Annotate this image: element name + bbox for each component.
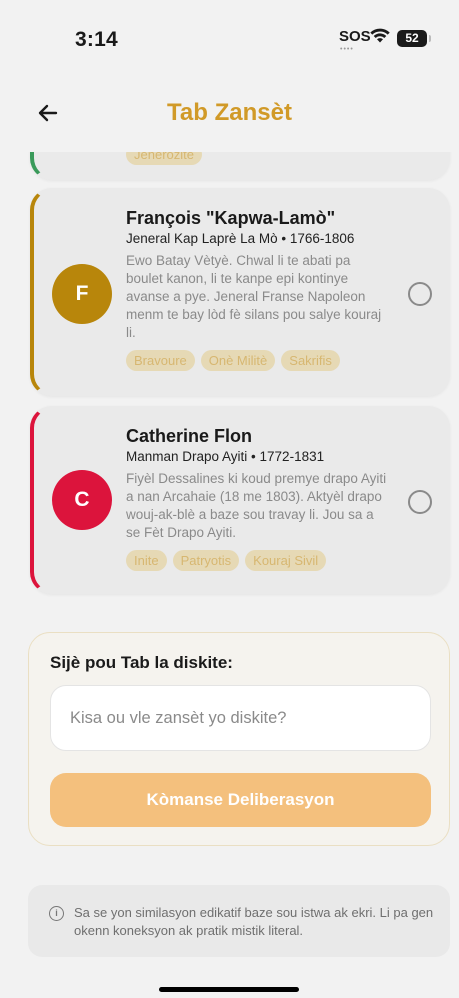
- ancestor-card[interactable]: C Catherine Flon Manman Drapo Ayiti • 17…: [30, 406, 450, 594]
- ancestor-card-previous[interactable]: Jenerozite: [30, 152, 450, 180]
- avatar: C: [52, 470, 112, 530]
- tag: Bravoure: [126, 350, 195, 371]
- ancestor-role: Jeneral Kap Laprè La Mò • 1766-1806: [126, 231, 355, 246]
- nav-header: Tab Zansèt: [0, 85, 459, 145]
- status-bar: 3:14 SOS •••• 52: [0, 0, 459, 80]
- ancestor-card[interactable]: F François "Kapwa-Lamò" Jeneral Kap Lapr…: [30, 188, 450, 396]
- disclaimer-text: Sa se yon similasyon edikatif baze sou i…: [74, 905, 434, 938]
- wifi-icon: [370, 28, 390, 43]
- disclaimer-box: i Sa se yon similasyon edikatif baze sou…: [28, 885, 450, 957]
- start-deliberation-button[interactable]: Kòmanse Deliberasyon: [50, 773, 431, 827]
- tag: Sakrifis: [281, 350, 340, 371]
- home-indicator[interactable]: [159, 987, 299, 992]
- status-time: 3:14: [75, 28, 118, 51]
- tag: Inite: [126, 550, 167, 571]
- avatar: F: [52, 264, 112, 324]
- ancestor-description: Fiyèl Dessalines ki koud premye drapo Ay…: [126, 471, 387, 540]
- signal-dots: ••••: [340, 46, 354, 53]
- tag-list: Bravoure Onè Militè Sakrifis: [126, 350, 390, 371]
- page-title: Tab Zansèt: [167, 99, 292, 126]
- topic-label: Sijè pou Tab la diskite:: [50, 653, 233, 672]
- sos-indicator: SOS: [339, 28, 371, 45]
- info-icon: i: [49, 906, 64, 921]
- card-accent: [30, 152, 56, 180]
- select-radio[interactable]: [408, 282, 432, 306]
- tag: Onè Militè: [200, 350, 276, 371]
- ancestor-name: Catherine Flon: [126, 426, 253, 446]
- battery-icon: 52: [397, 30, 431, 47]
- tag: Jenerozite: [126, 152, 202, 165]
- tag-list: Inite Patryotis Kouraj Sivil: [126, 550, 390, 571]
- select-radio[interactable]: [408, 490, 432, 514]
- ancestor-name: François "Kapwa-Lamò": [126, 208, 336, 228]
- ancestor-role: Manman Drapo Ayiti • 1772-1831: [126, 449, 325, 464]
- ancestor-description: Ewo Batay Vètyè. Chwal li te abati pa bo…: [126, 253, 382, 340]
- topic-panel: Sijè pou Tab la diskite: Kisa ou vle zan…: [28, 632, 450, 846]
- topic-input[interactable]: Kisa ou vle zansèt yo diskite?: [50, 685, 431, 751]
- ancestor-list[interactable]: Jenerozite F François "Kapwa-Lamò" Jener…: [0, 152, 459, 602]
- tag: Patryotis: [172, 550, 240, 571]
- tag: Kouraj Sivil: [245, 550, 327, 571]
